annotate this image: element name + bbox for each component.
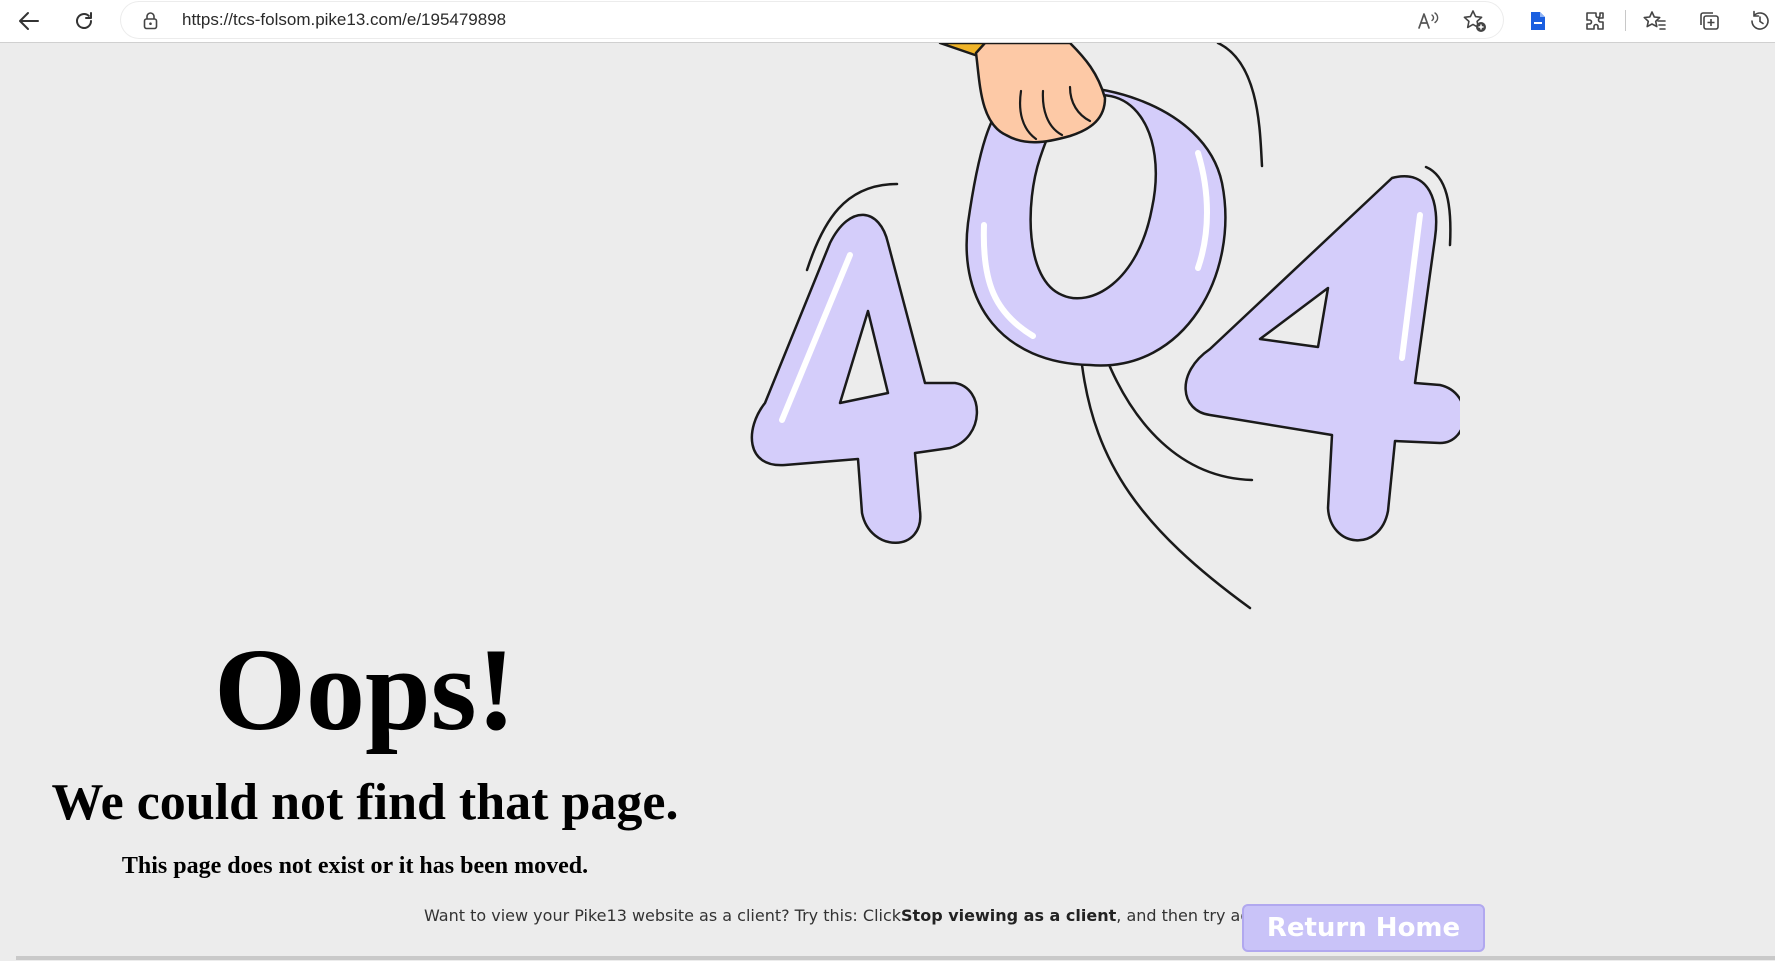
add-favorite-icon[interactable] bbox=[1460, 6, 1490, 36]
refresh-icon[interactable] bbox=[69, 6, 99, 36]
hint-prefix: Want to view your Pike13 website as a cl… bbox=[424, 906, 902, 925]
browser-toolbar: https://tcs-folsom.pike13.com/e/19547989… bbox=[0, 0, 1775, 43]
address-bar[interactable]: https://tcs-folsom.pike13.com/e/19547989… bbox=[121, 2, 1503, 38]
page-description: This page does not exist or it has been … bbox=[121, 853, 589, 879]
extensions-icon[interactable] bbox=[1580, 6, 1610, 36]
hand-illustration bbox=[938, 43, 1107, 144]
return-home-button[interactable]: Return Home bbox=[1242, 904, 1485, 952]
favorites-icon[interactable] bbox=[1640, 6, 1670, 36]
hint-bold: Stop viewing as a client bbox=[901, 906, 1117, 925]
digit-four-left bbox=[750, 213, 979, 544]
404-illustration bbox=[750, 43, 1460, 610]
client-view-hint: Want to view your Pike13 website as a cl… bbox=[424, 903, 1280, 929]
motion-line bbox=[1216, 43, 1264, 168]
document-extension-icon[interactable] bbox=[1523, 6, 1553, 36]
collections-icon[interactable] bbox=[1695, 6, 1725, 36]
page-bottom-divider bbox=[16, 956, 1775, 960]
toolbar-separator bbox=[1625, 10, 1626, 31]
page-subheading: We could not find that page. bbox=[51, 774, 679, 831]
url-text[interactable]: https://tcs-folsom.pike13.com/e/19547989… bbox=[182, 10, 506, 30]
digit-four-right bbox=[1184, 175, 1460, 542]
page-heading: Oops! bbox=[214, 624, 516, 755]
lock-icon[interactable] bbox=[143, 11, 158, 35]
read-aloud-icon[interactable] bbox=[1414, 6, 1444, 36]
history-icon[interactable] bbox=[1745, 6, 1775, 36]
back-arrow-icon[interactable] bbox=[14, 6, 44, 36]
